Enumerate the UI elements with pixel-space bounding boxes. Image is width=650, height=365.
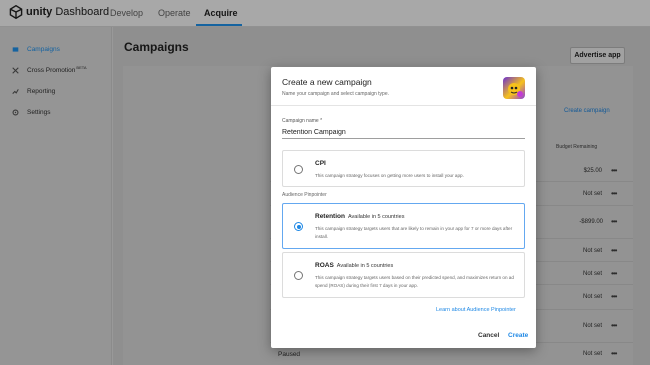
option-title: Retention Available in 5 countries <box>315 213 405 220</box>
option-roas[interactable]: ROAS Available in 5 countries This campai… <box>282 252 525 298</box>
dialog-subtitle: Name your campaign and select campaign t… <box>282 91 390 97</box>
option-title: ROAS Available in 5 countries <box>315 262 394 269</box>
option-title: CPI <box>315 160 326 167</box>
dialog-divider <box>271 105 536 106</box>
option-description: This campaign strategy focuses on gettin… <box>315 173 464 178</box>
option-cpi[interactable]: CPI This campaign strategy focuses on ge… <box>282 150 525 187</box>
option-description: This campaign strategy targets users tha… <box>315 226 513 239</box>
app-icon <box>503 77 525 99</box>
roas-radio[interactable] <box>294 271 303 280</box>
campaign-name-input[interactable] <box>282 127 525 139</box>
learn-audience-pinpointer-link[interactable]: Learn about Audience Pinpointer <box>436 307 516 313</box>
create-button[interactable]: Create <box>508 332 528 339</box>
audience-pinpointer-label: Audience Pinpointer <box>282 192 327 198</box>
option-retention[interactable]: Retention Available in 5 countries This c… <box>282 203 525 249</box>
retention-radio[interactable] <box>294 222 303 231</box>
create-campaign-dialog: Create a new campaign Name your campaign… <box>271 67 536 348</box>
campaign-name-label: Campaign name * <box>282 118 323 124</box>
availability-badge: Available in 5 countries <box>336 263 394 269</box>
availability-badge: Available in 5 countries <box>347 214 405 220</box>
option-description: This campaign strategy targets users bas… <box>315 275 514 288</box>
cpi-radio[interactable] <box>294 165 303 174</box>
cancel-button[interactable]: Cancel <box>478 332 499 339</box>
dialog-title: Create a new campaign <box>282 77 372 87</box>
